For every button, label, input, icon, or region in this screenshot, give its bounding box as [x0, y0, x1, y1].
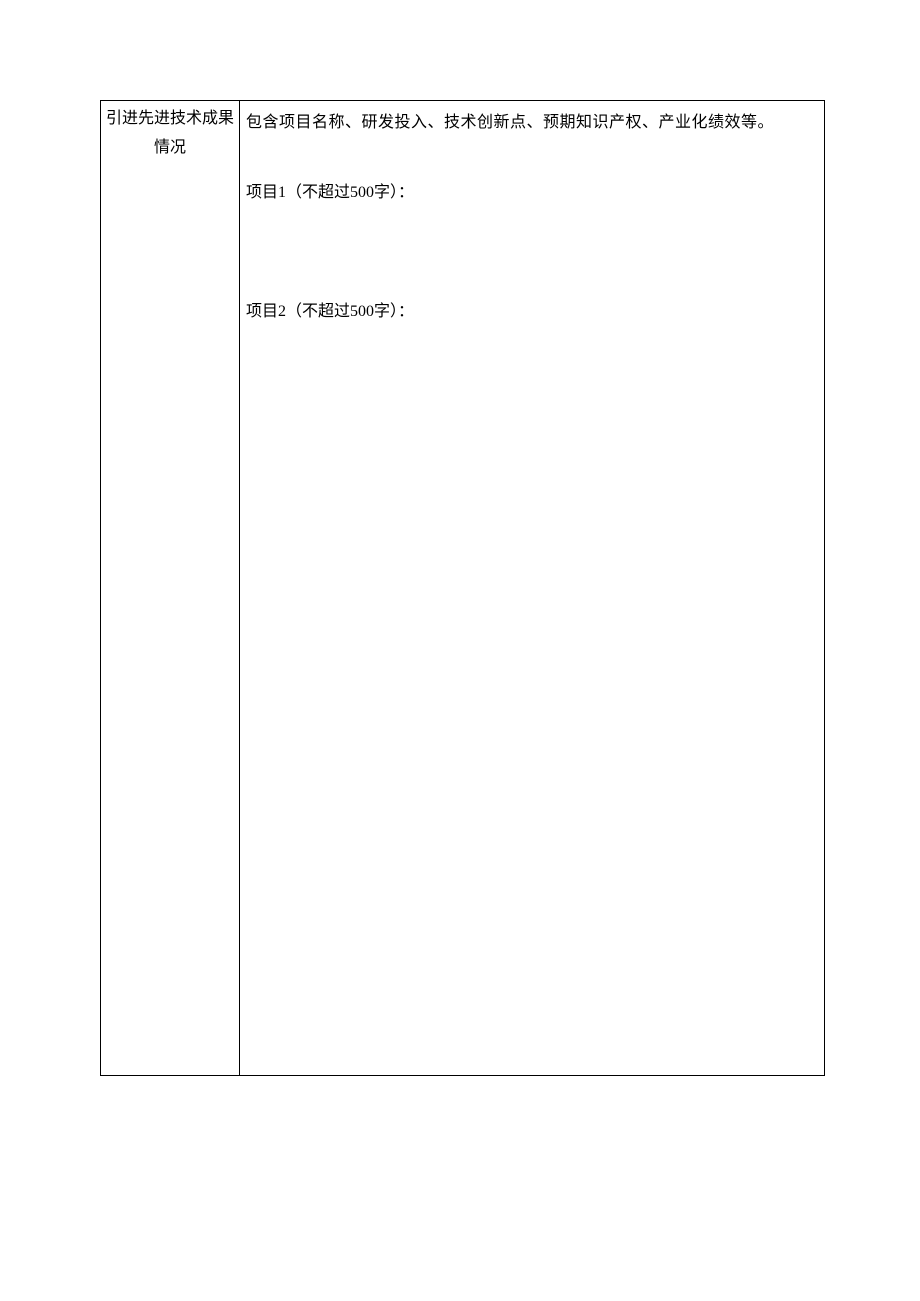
- limit-close: 字）：: [374, 184, 414, 201]
- project-prefix: 项目: [246, 303, 278, 320]
- limit-number: 500: [350, 303, 374, 320]
- form-table: 引进先进技术成果情况 包含项目名称、研发投入、技术创新点、预期知识产权、产业化绩…: [100, 100, 825, 1076]
- content-cell: 包含项目名称、研发投入、技术创新点、预期知识产权、产业化绩效等。 项目1（不超过…: [240, 101, 825, 1076]
- project-number: 1: [278, 184, 286, 201]
- table-row: 引进先进技术成果情况 包含项目名称、研发投入、技术创新点、预期知识产权、产业化绩…: [101, 101, 825, 1076]
- row-label-cell: 引进先进技术成果情况: [101, 101, 240, 1076]
- project-2-label: 项目2（不超过500字）：: [246, 300, 818, 324]
- project-prefix: 项目: [246, 184, 278, 201]
- description-text: 包含项目名称、研发投入、技术创新点、预期知识产权、产业化绩效等。: [246, 111, 818, 135]
- limit-open: （不超过: [286, 303, 350, 320]
- limit-close: 字）：: [374, 303, 414, 320]
- limit-open: （不超过: [286, 184, 350, 201]
- project-1-label: 项目1（不超过500字）：: [246, 181, 818, 205]
- row-label: 引进先进技术成果情况: [103, 105, 237, 163]
- limit-number: 500: [350, 184, 374, 201]
- document-page: 引进先进技术成果情况 包含项目名称、研发投入、技术创新点、预期知识产权、产业化绩…: [0, 0, 920, 1076]
- project-number: 2: [278, 303, 286, 320]
